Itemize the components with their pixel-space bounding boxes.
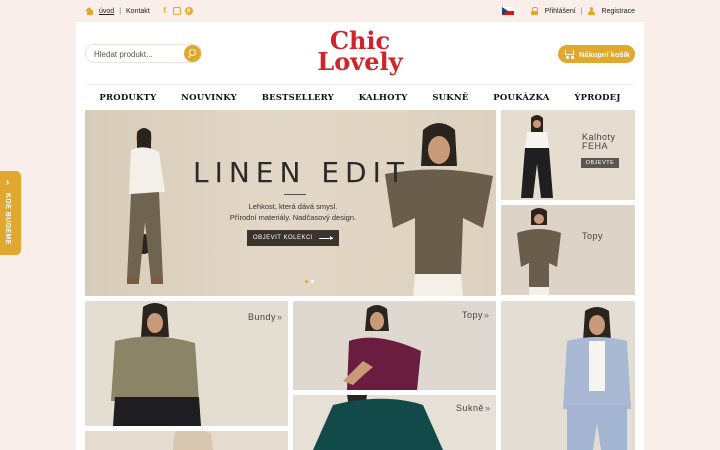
hero-cta-button[interactable]: OBJEVIT KOLEKCI (247, 230, 339, 246)
separator: | (580, 7, 583, 15)
nav-item-kalhoty[interactable]: KALHOTY (359, 93, 408, 103)
home-link[interactable]: úvod (99, 8, 114, 15)
tile-bundy-label: Bundy» (248, 312, 283, 322)
home-icon[interactable] (85, 7, 94, 15)
chevron-double-right-icon: » (484, 310, 490, 320)
nav-item-bestsellery[interactable]: BESTSELLERY (262, 93, 334, 103)
contact-link[interactable]: Kontakt (126, 8, 150, 15)
search-button[interactable] (184, 45, 201, 62)
user-icon (587, 7, 595, 15)
facebook-icon[interactable]: f (161, 7, 169, 15)
search-input[interactable] (94, 48, 182, 60)
cart-button[interactable]: Nákupní košík (558, 45, 635, 63)
cart-icon (564, 50, 575, 59)
tile-sukne-label: Sukně» (456, 403, 491, 413)
main-nav: PRODUKTY NOUVINKY BESTSELLERY KALHOTY SU… (85, 84, 635, 110)
side-badge-label: KDE BUDEME (4, 193, 11, 246)
czech-flag-icon[interactable] (501, 7, 514, 15)
nav-item-produkty[interactable]: PRODUKTY (99, 93, 156, 103)
hero-cta-label: OBJEVIT KOLEKCI (252, 235, 314, 241)
chevron-double-right-icon: » (277, 312, 283, 322)
top-bar-left: úvod | Kontakt f p (85, 7, 193, 15)
instagram-icon[interactable] (172, 7, 181, 15)
nav-item-sukne[interactable]: SUKNĚ (432, 93, 468, 103)
login-link[interactable]: Přihlášení (545, 8, 576, 15)
tile-kalhoty-cta-button[interactable]: OBJEVTE (581, 158, 619, 168)
carousel-dot[interactable] (305, 280, 308, 283)
side-badge[interactable]: › KDE BUDEME (0, 171, 21, 255)
tile-kalhoty-label-2: FEHA (582, 141, 609, 151)
nav-item-poukazka[interactable]: POUKÁZKA (493, 93, 549, 103)
hero-subtitle-line-1: Lehkost, která dává smysl. (248, 202, 338, 211)
tile-topy-right-label: Topy (582, 231, 604, 241)
social-links: f p (161, 7, 193, 15)
register-link[interactable]: Registrace (602, 8, 635, 15)
hero-subtitle: Lehkost, která dává smysl. Přírodní mate… (218, 201, 368, 223)
cart-label: Nákupní košík (579, 49, 630, 59)
search-box (85, 44, 202, 63)
hero-title: LINEN EDIT (193, 156, 410, 189)
tile-kalhoty-feha[interactable] (501, 110, 635, 200)
tile-denim-image (563, 307, 631, 450)
pinterest-icon[interactable]: p (184, 7, 193, 15)
hero-divider (284, 194, 306, 195)
chevron-right-icon: › (6, 177, 10, 188)
tile-bottom-left[interactable] (85, 431, 288, 450)
arrow-right-icon (319, 235, 334, 240)
tile-topy-label: Topy» (462, 310, 490, 320)
carousel-dot[interactable] (311, 280, 314, 283)
chevron-double-right-icon: » (485, 403, 491, 413)
tile-bottom-left-image (173, 431, 213, 450)
tile-denim[interactable] (501, 301, 635, 450)
tile-topy-right-image (517, 208, 561, 295)
logo-line-2: Lovely (317, 47, 403, 76)
nav-item-nouvinky[interactable]: NOUVINKY (181, 93, 237, 103)
tile-kalhoty-image (521, 115, 553, 198)
top-bar-right: Přihlášení | Registrace (501, 7, 635, 15)
carousel-dots (305, 280, 314, 283)
tile-topy-right[interactable] (501, 205, 635, 295)
lock-icon (530, 7, 539, 15)
hero-subtitle-line-2: Přírodní materiály. Nadčasový design. (229, 213, 357, 222)
top-bar: úvod | Kontakt f p Přihlášení | Registra… (85, 4, 635, 18)
separator: | (119, 7, 122, 15)
logo[interactable]: Chic Lovely (312, 29, 408, 80)
nav-item-vyprodej[interactable]: ÝPRODEJ (574, 93, 620, 103)
